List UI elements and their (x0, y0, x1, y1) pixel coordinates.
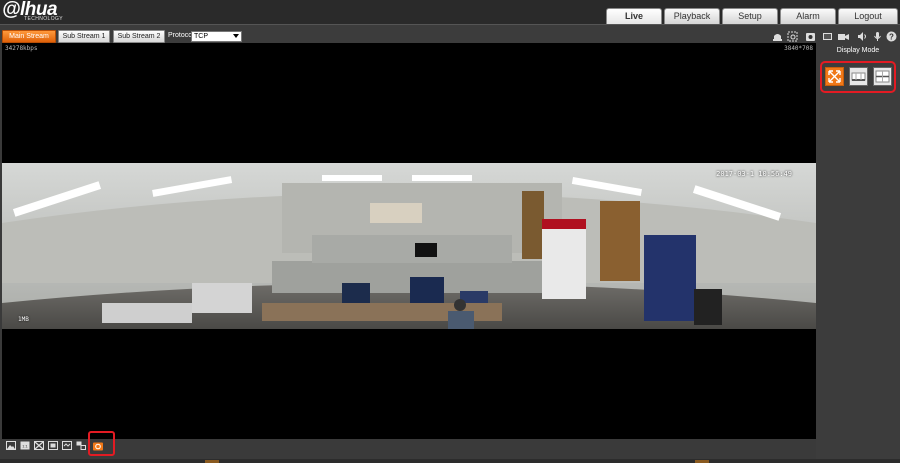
fisheye-highlight-annotation (88, 431, 115, 456)
svg-text:?: ? (889, 33, 894, 42)
snapshot-icon[interactable] (805, 31, 816, 42)
display-mode-panel: Display Mode (816, 43, 900, 463)
fluency-icon[interactable] (62, 441, 72, 450)
live-view-app: @lhua TECHNOLOGY Live Playback Setup Ala… (0, 0, 900, 463)
original-size-icon[interactable]: 1:1 (20, 441, 30, 450)
talk-icon[interactable] (872, 31, 883, 42)
tab-logout[interactable]: Logout (838, 8, 898, 24)
footer-strip (0, 459, 900, 463)
record-icon[interactable] (838, 31, 849, 42)
sub-stream-1-button[interactable]: Sub Stream 1 (58, 30, 110, 43)
brand-logo: @lhua TECHNOLOGY (2, 0, 63, 22)
protocol-value: TCP (194, 33, 208, 40)
help-icon[interactable]: ? (886, 31, 897, 42)
camera-feed-image (2, 163, 816, 329)
svg-text:1:1: 1:1 (22, 444, 28, 449)
header: @lhua TECHNOLOGY Live Playback Setup Ala… (0, 0, 900, 24)
display-mode-highlight-annotation (820, 61, 896, 93)
tab-alarm[interactable]: Alarm (780, 8, 836, 24)
width-height-ratio-icon[interactable] (48, 441, 58, 450)
osd-timestamp: 2017-03-1 10:56:49 (716, 170, 792, 178)
alarm-output-icon[interactable] (772, 31, 783, 42)
chevron-down-icon (233, 34, 239, 38)
rules-info-icon[interactable] (76, 441, 86, 450)
tab-playback[interactable]: Playback (664, 8, 720, 24)
video-viewport[interactable]: 34278kbps 3840*708 2017-03-1 10:56:49 1M… (2, 43, 816, 439)
sub-stream-2-button[interactable]: Sub Stream 2 (113, 30, 165, 43)
digital-zoom-icon[interactable] (787, 31, 798, 42)
tab-live[interactable]: Live (606, 8, 662, 24)
triple-snapshot-icon[interactable] (822, 31, 833, 42)
resolution-readout: 3840*708 (784, 45, 813, 52)
osd-channel-name: 1MB (18, 316, 29, 323)
tab-setup[interactable]: Setup (722, 8, 778, 24)
bitrate-readout: 34278kbps (5, 45, 38, 52)
protocol-select[interactable]: TCP (191, 31, 242, 42)
main-stream-button[interactable]: Main Stream (2, 30, 56, 43)
fullscreen-icon[interactable] (34, 441, 44, 450)
protocol-label: Protocol (168, 32, 194, 39)
panel-title: Display Mode (836, 47, 880, 54)
image-adjust-icon[interactable] (6, 441, 16, 450)
audio-icon[interactable] (857, 31, 868, 42)
logo-subtext: TECHNOLOGY (24, 16, 64, 22)
